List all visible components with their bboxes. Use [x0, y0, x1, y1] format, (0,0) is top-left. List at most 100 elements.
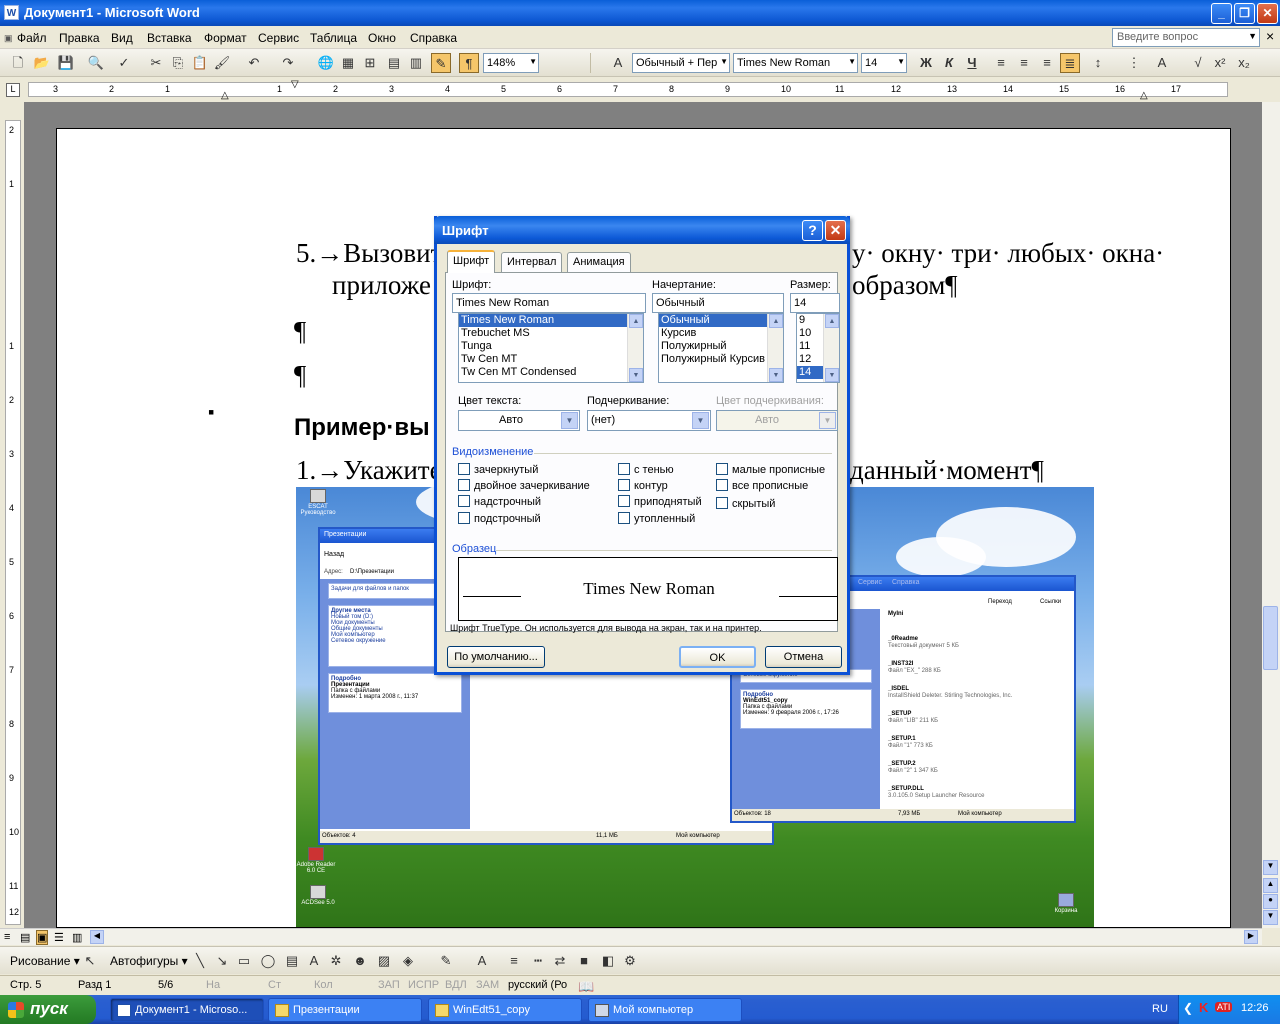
font-size-input[interactable]: 14 — [790, 293, 840, 313]
clipart-icon[interactable]: ☻ — [350, 951, 370, 971]
style-list-item[interactable]: Курсив — [659, 327, 783, 340]
explorer-left-back[interactable]: Назад — [324, 551, 344, 558]
chevron-down-icon[interactable]: ▼ — [561, 412, 578, 429]
size-list-scrollbar[interactable]: ▲ ▼ — [823, 314, 839, 382]
doc-bold-heading[interactable]: Пример·вы — [294, 414, 430, 442]
doc-line-3-right[interactable]: данный·момент¶ — [850, 455, 1044, 486]
tab-stop-icon[interactable]: L — [6, 83, 20, 97]
line-icon[interactable]: ╲ — [190, 951, 210, 971]
font-list-item[interactable]: Times New Roman — [459, 314, 643, 327]
checkbox-box[interactable] — [458, 479, 470, 491]
status-ext[interactable]: ВДЛ — [445, 979, 467, 991]
close-doc-icon[interactable]: × — [1266, 28, 1274, 44]
style-select[interactable]: Обычный + Пер ▼ — [632, 53, 730, 73]
menu-edit[interactable]: Правка — [59, 31, 100, 45]
scroll-right-icon[interactable]: ▶ — [1244, 930, 1258, 944]
ruler-bar[interactable]: 3 2 1 1 2 3 4 5 6 7 8 9 10 11 12 13 14 1… — [28, 79, 1228, 101]
rectangle-icon[interactable]: ▭ — [234, 951, 254, 971]
checkbox-box[interactable] — [618, 495, 630, 507]
outline-view-icon[interactable]: ☰ — [54, 931, 64, 944]
size-list-item[interactable]: 14 — [797, 366, 823, 379]
styles-formatting-icon[interactable]: A — [608, 53, 628, 73]
copy-icon[interactable]: ⎘ — [168, 53, 188, 73]
checkbox-box[interactable] — [458, 463, 470, 475]
emboss-checkbox[interactable]: приподнятый — [618, 495, 702, 508]
menu-file[interactable]: Файл — [17, 31, 47, 45]
desk-icon-acrobat[interactable]: Adobe Reader 6.0 CE — [296, 847, 336, 874]
task-word[interactable]: Документ1 - Microso... — [110, 998, 264, 1022]
menu-tools[interactable]: Сервис — [258, 31, 299, 45]
explorer-right-menu-help[interactable]: Справка — [892, 579, 919, 586]
menu-insert[interactable]: Вставка — [147, 31, 192, 45]
style-list-item[interactable]: Обычный — [659, 314, 783, 327]
text-color-select[interactable]: Авто ▼ — [458, 410, 580, 431]
engrave-checkbox[interactable]: утопленный — [618, 512, 695, 525]
zoom-select[interactable]: 148% ▼ — [483, 53, 539, 73]
checkbox-box[interactable] — [618, 479, 630, 491]
status-language[interactable]: русский (Ро — [508, 979, 567, 991]
strikethrough-checkbox[interactable]: зачеркнутый — [458, 463, 538, 476]
font-dialog[interactable]: Шрифт ? ✕ Шрифт Интервал Анимация Шрифт:… — [434, 216, 850, 675]
font-style-list[interactable]: Обычный Курсив Полужирный Полужирный Кур… — [658, 313, 784, 383]
language-indicator[interactable]: RU — [1152, 1003, 1168, 1015]
doc-line-1-right[interactable]: у· окну· три· любых· окна· — [852, 238, 1164, 269]
font-list-scrollbar[interactable]: ▲ ▼ — [627, 314, 643, 382]
scroll-thumb[interactable] — [1263, 606, 1278, 670]
wordart-icon[interactable]: A — [304, 951, 324, 971]
minimize-button[interactable]: _ — [1211, 3, 1232, 24]
tab-font[interactable]: Шрифт — [447, 250, 496, 273]
task-winedt[interactable]: WinEdt51_copy — [428, 998, 582, 1022]
file-item[interactable]: _SETUP.2 Файл "2" 1 347 КБ — [888, 761, 1058, 786]
dash-style-icon[interactable]: ┅ — [528, 951, 548, 971]
file-item[interactable]: _INST32I Файл "EX_" 288 КБ — [888, 661, 1058, 686]
outline-checkbox[interactable]: контур — [618, 479, 668, 492]
checkbox-box[interactable] — [458, 512, 470, 524]
columns-icon[interactable]: ▥ — [406, 53, 426, 73]
next-page-icon[interactable]: ▼ — [1263, 910, 1278, 925]
redo-icon[interactable]: ↷ — [278, 53, 298, 73]
spelling-icon[interactable]: ✓ — [114, 53, 134, 73]
cancel-button[interactable]: Отмена — [765, 646, 842, 668]
hyperlink-icon[interactable]: 🌐 — [316, 53, 336, 73]
scroll-down-icon[interactable]: ▼ — [825, 368, 839, 382]
chevron-down-icon[interactable]: ▼ — [692, 412, 709, 429]
picture-icon[interactable]: ▨ — [374, 951, 394, 971]
hidden-checkbox[interactable]: скрытый — [716, 497, 775, 510]
right-indent-marker[interactable]: △ — [1140, 90, 1148, 101]
save-icon[interactable]: 💾 — [56, 53, 76, 73]
textbox-icon[interactable]: ▤ — [282, 951, 302, 971]
default-button[interactable]: По умолчанию... — [447, 646, 545, 668]
print-layout-view-icon[interactable]: ▣ — [36, 930, 49, 945]
font-name-list[interactable]: Times New Roman Trebuchet MS Tunga Tw Ce… — [458, 313, 644, 383]
format-painter-icon[interactable]: 🖌 — [212, 53, 232, 73]
explorer-left-address[interactable]: D:\Презентации — [350, 569, 394, 575]
font-select[interactable]: Times New Roman ▼ — [733, 53, 858, 73]
doc-line-2[interactable]: приложе — [332, 270, 431, 301]
help-button[interactable]: ? — [802, 220, 823, 241]
justify-icon[interactable]: ≣ — [1060, 53, 1080, 73]
file-item[interactable]: _SETUP.DLL 3.0.105.0 Setup Launcher Resou… — [888, 786, 1058, 811]
shadow-checkbox[interactable]: с тенью — [618, 463, 674, 476]
horizontal-scrollbar[interactable]: ≡ ▤ ▣ ☰ ▥ ◀ ▶ — [0, 928, 1262, 945]
checkbox-box[interactable] — [618, 463, 630, 475]
insert-excel-icon[interactable]: ▤ — [384, 53, 404, 73]
checkbox-box[interactable] — [716, 479, 728, 491]
font-list-item[interactable]: Trebuchet MS — [459, 327, 643, 340]
status-rec[interactable]: ЗАП — [378, 979, 400, 991]
menu-help[interactable]: Справка — [410, 31, 457, 45]
doc-para-mark-2[interactable]: ¶ — [294, 360, 306, 391]
subscript-checkbox[interactable]: подстрочный — [458, 512, 541, 525]
line-spacing-icon[interactable]: ↕ — [1088, 53, 1108, 73]
line-style-icon[interactable]: ≡ — [504, 951, 524, 971]
font-style-input[interactable]: Обычный — [652, 293, 784, 313]
cut-icon[interactable]: ✂ — [146, 53, 166, 73]
new-doc-icon[interactable]: 🗋 — [8, 53, 28, 73]
subscript-icon[interactable]: x₂ — [1234, 53, 1254, 73]
prev-page-icon[interactable]: ▲ — [1263, 878, 1278, 893]
menu-format[interactable]: Формат — [204, 31, 247, 45]
drawing-menu[interactable]: Рисование ▾ — [10, 954, 80, 968]
bold-button[interactable]: Ж — [916, 53, 936, 73]
font-name-input[interactable]: Times New Roman — [452, 293, 646, 313]
autoshapes-menu[interactable]: Автофигуры ▾ — [110, 954, 188, 968]
file-item[interactable]: _SETUP Файл "LIB" 211 КБ — [888, 711, 1058, 736]
